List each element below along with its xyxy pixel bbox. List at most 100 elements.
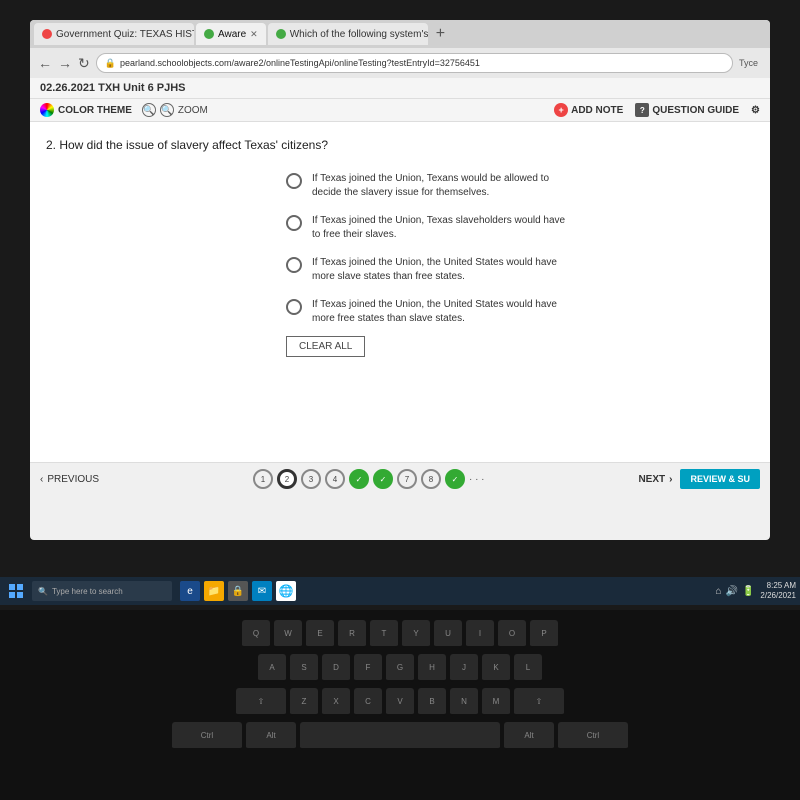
network-icon: ⌂ (715, 586, 721, 597)
favicon-icon (42, 29, 52, 39)
key-shift-left[interactable]: ⇧ (236, 688, 286, 716)
favicon-icon (276, 29, 286, 39)
q-dot-6[interactable]: ✓ (373, 469, 393, 489)
key-h[interactable]: H (418, 654, 446, 682)
key-c[interactable]: C (354, 688, 382, 716)
question-dots: 1 2 3 4 ✓ ✓ 7 8 ✓ · · · (253, 469, 485, 489)
battery-icon: 🔋 (742, 586, 754, 597)
back-button[interactable]: ← (38, 55, 52, 71)
key-i[interactable]: I (466, 620, 494, 648)
q-dot-1[interactable]: 1 (253, 469, 273, 489)
answer-option-a[interactable]: If Texas joined the Union, Texans would … (286, 172, 754, 200)
main-content: 2. How did the issue of slavery affect T… (30, 122, 770, 462)
key-shift-right[interactable]: ⇧ (514, 688, 564, 716)
answer-text-c: If Texas joined the Union, the United St… (312, 256, 572, 284)
clear-all-button[interactable]: CLEAR ALL (286, 336, 365, 357)
answer-text-a: If Texas joined the Union, Texans would … (312, 172, 572, 200)
key-r[interactable]: R (338, 620, 366, 648)
key-q[interactable]: Q (242, 620, 270, 648)
key-ctrl[interactable]: Ctrl (172, 722, 242, 750)
taskbar-search[interactable]: 🔍 Type here to search (32, 581, 172, 601)
answer-option-b[interactable]: If Texas joined the Union, Texas slaveho… (286, 214, 754, 242)
radio-b[interactable] (286, 215, 302, 231)
keyboard: Q W E R T Y U I O P A S D F G H J K L ⇧ … (0, 610, 800, 800)
key-a[interactable]: A (258, 654, 286, 682)
previous-button[interactable]: ‹ PREVIOUS (40, 474, 99, 485)
taskbar-icon-chrome[interactable]: 🌐 (276, 581, 296, 601)
key-space[interactable] (300, 722, 500, 750)
key-b[interactable]: B (418, 688, 446, 716)
key-v[interactable]: V (386, 688, 414, 716)
key-l[interactable]: L (514, 654, 542, 682)
question-guide-button[interactable]: ? QUESTION GUIDE (635, 103, 739, 117)
system-tray-icons: ⌂ 🔊 🔋 (715, 586, 754, 597)
volume-icon: 🔊 (726, 586, 738, 597)
url-text: pearland.schoolobjects.com/aware2/online… (120, 58, 480, 68)
tab-label: Aware (218, 29, 246, 40)
key-y[interactable]: Y (402, 620, 430, 648)
key-m[interactable]: M (482, 688, 510, 716)
zoom-in-icon[interactable]: 🔍 (160, 103, 174, 117)
key-u[interactable]: U (434, 620, 462, 648)
q-dot-3[interactable]: 3 (301, 469, 321, 489)
taskbar-icon-mail[interactable]: ✉ (252, 581, 272, 601)
q-dot-5[interactable]: ✓ (349, 469, 369, 489)
key-s[interactable]: S (290, 654, 318, 682)
search-placeholder: Type here to search (52, 587, 123, 596)
q-dot-7[interactable]: 7 (397, 469, 417, 489)
radio-c[interactable] (286, 257, 302, 273)
refresh-button[interactable]: ↻ (78, 55, 90, 72)
tyce-label: Tyce (739, 58, 762, 68)
key-x[interactable]: X (322, 688, 350, 716)
radio-a[interactable] (286, 173, 302, 189)
key-k[interactable]: K (482, 654, 510, 682)
zoom-out-icon[interactable]: 🔍 (142, 103, 156, 117)
tab-aware[interactable]: Aware ✕ (196, 23, 266, 45)
toolbar-left: COLOR THEME 🔍 🔍 ZOOM (40, 103, 208, 117)
answer-option-d[interactable]: If Texas joined the Union, the United St… (286, 298, 754, 326)
key-d[interactable]: D (322, 654, 350, 682)
app-title: 02.26.2021 TXH Unit 6 PJHS (40, 82, 186, 94)
q-dot-8[interactable]: 8 (421, 469, 441, 489)
answers-area: If Texas joined the Union, Texans would … (286, 172, 754, 326)
key-p[interactable]: P (530, 620, 558, 648)
answer-option-c[interactable]: If Texas joined the Union, the United St… (286, 256, 754, 284)
forward-button[interactable]: → (58, 55, 72, 71)
settings-button[interactable]: ⚙ (751, 105, 760, 116)
tab-gov-quiz[interactable]: Government Quiz: TEXAS HISTO ✕ (34, 23, 194, 45)
key-o[interactable]: O (498, 620, 526, 648)
tab-which[interactable]: Which of the following system's ✕ (268, 23, 428, 45)
key-alt[interactable]: Alt (246, 722, 296, 750)
key-alt-right[interactable]: Alt (504, 722, 554, 750)
key-w[interactable]: W (274, 620, 302, 648)
q-dot-4[interactable]: 4 (325, 469, 345, 489)
tab-bar: Government Quiz: TEXAS HISTO ✕ Aware ✕ W… (30, 20, 770, 48)
radio-d[interactable] (286, 299, 302, 315)
key-z[interactable]: Z (290, 688, 318, 716)
keyboard-row-2: A S D F G H J K L (20, 654, 780, 682)
taskbar-icon-edge[interactable]: e (180, 581, 200, 601)
key-ctrl-right[interactable]: Ctrl (558, 722, 628, 750)
add-note-button[interactable]: + ADD NOTE (554, 103, 623, 117)
key-g[interactable]: G (386, 654, 414, 682)
lock-icon: 🔒 (105, 58, 116, 69)
color-theme-button[interactable]: COLOR THEME (40, 103, 132, 117)
address-bar-row: ← → ↻ 🔒 pearland.schoolobjects.com/aware… (30, 48, 770, 78)
key-j[interactable]: J (450, 654, 478, 682)
review-submit-button[interactable]: REVIEW & SU (680, 469, 760, 489)
new-tab-button[interactable]: + (430, 25, 451, 43)
keyboard-row-1: Q W E R T Y U I O P (20, 620, 780, 648)
next-button[interactable]: NEXT › (638, 474, 672, 485)
key-n[interactable]: N (450, 688, 478, 716)
tab-close-icon[interactable]: ✕ (250, 29, 258, 40)
q-dot-9[interactable]: ✓ (445, 469, 465, 489)
taskbar-icon-explorer[interactable]: 📁 (204, 581, 224, 601)
key-t[interactable]: T (370, 620, 398, 648)
key-f[interactable]: F (354, 654, 382, 682)
taskbar-icon-lock[interactable]: 🔒 (228, 581, 248, 601)
windows-start-button[interactable] (4, 579, 28, 603)
q-dot-2[interactable]: 2 (277, 469, 297, 489)
dots-more: · · · (469, 474, 485, 485)
key-e[interactable]: E (306, 620, 334, 648)
address-bar[interactable]: 🔒 pearland.schoolobjects.com/aware2/onli… (96, 53, 733, 73)
